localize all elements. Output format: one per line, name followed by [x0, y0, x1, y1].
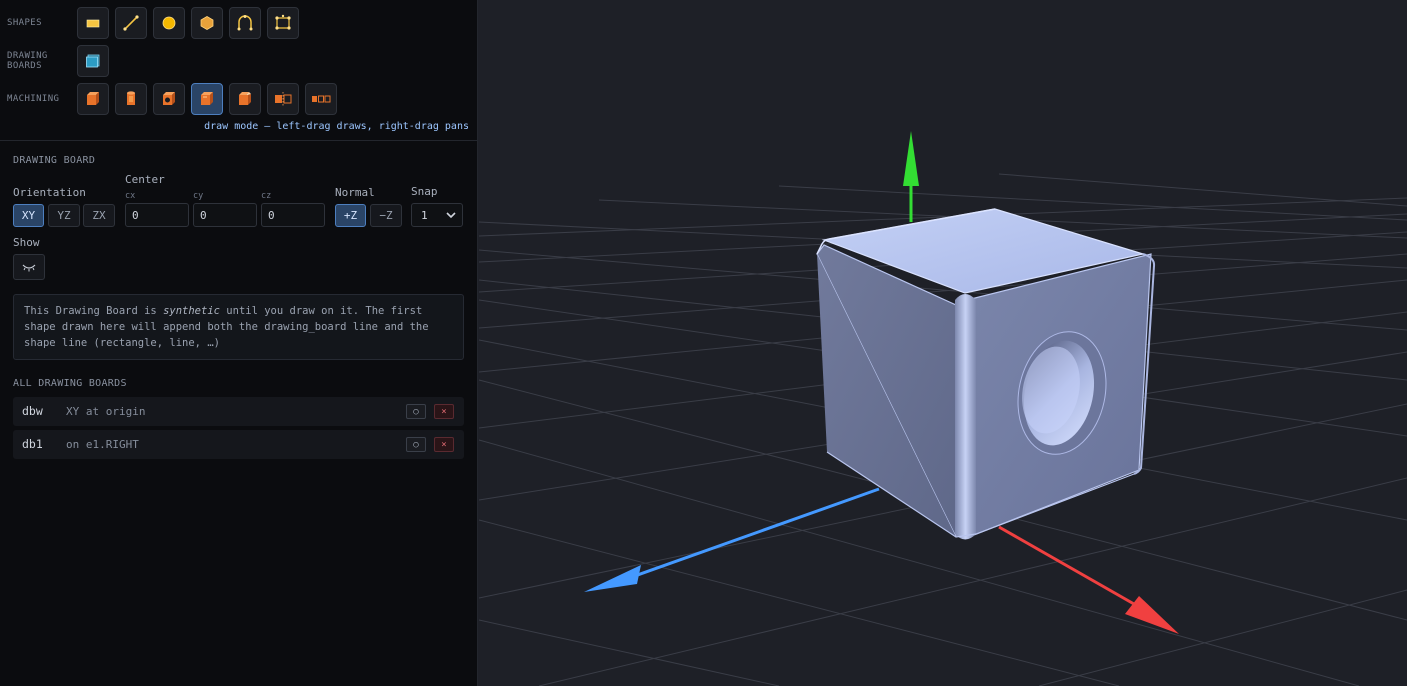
cx-label: cx	[125, 191, 136, 201]
rectangle-icon	[86, 19, 100, 28]
drawing-board-tool-button[interactable]	[77, 45, 109, 77]
cylinder-icon	[127, 91, 135, 105]
arc-icon	[237, 15, 253, 31]
hole-icon	[163, 92, 175, 105]
pattern-tool-button[interactable]	[305, 83, 337, 115]
eye-closed-icon	[22, 264, 36, 272]
cy-label: cy	[193, 191, 204, 201]
shapes-toolbar: SHAPES	[0, 7, 478, 39]
board-id: dbw	[22, 404, 43, 418]
x-axis-arrow	[998, 525, 1179, 634]
drawing-boards-toolbar: DRAWING BOARDS	[0, 45, 478, 77]
extrude-tool-button[interactable]	[77, 83, 109, 115]
circle-tool-button[interactable]	[153, 7, 185, 39]
snap-label: Snap	[411, 185, 438, 198]
center-label: Center	[125, 173, 165, 186]
hole-tool-button[interactable]	[153, 83, 185, 115]
show-toggle[interactable]	[13, 254, 45, 280]
info-text-prefix: This Drawing Board is	[24, 305, 164, 317]
machining-toolbar: MACHINING	[0, 83, 478, 115]
toggle-visibility-button[interactable]: ○	[406, 437, 426, 452]
snap-select[interactable]: 1	[411, 203, 463, 227]
polygon-icon	[200, 16, 214, 30]
rectangle-tool-button[interactable]	[77, 7, 109, 39]
synthetic-info-box: This Drawing Board is synthetic until yo…	[13, 294, 464, 360]
orientation-yz-button[interactable]: YZ	[48, 204, 80, 227]
normal-label: Normal	[335, 186, 375, 199]
circle-icon	[162, 16, 176, 30]
drawing-board-title: DRAWING BOARD	[13, 155, 96, 166]
y-axis-arrow	[903, 131, 919, 222]
spline-icon	[275, 14, 291, 30]
arc-tool-button[interactable]	[229, 7, 261, 39]
line-tool-button[interactable]	[115, 7, 147, 39]
pocket-tool-button[interactable]	[191, 83, 223, 115]
cy-input[interactable]	[193, 203, 257, 227]
line-icon	[123, 15, 139, 31]
z-axis-arrow	[584, 487, 880, 592]
delete-board-button[interactable]: ×	[434, 437, 454, 452]
cz-input[interactable]	[261, 203, 325, 227]
info-text-emphasis: synthetic	[163, 305, 220, 317]
chamfer-icon	[239, 92, 251, 105]
cylinder-tool-button[interactable]	[115, 83, 147, 115]
all-boards-title: ALL DRAWING BOARDS	[13, 378, 127, 389]
machined-cube-model[interactable]	[816, 208, 1156, 540]
cx-input[interactable]	[125, 203, 189, 227]
drawing-boards-label: DRAWING BOARDS	[7, 51, 48, 71]
chevron-down-icon	[446, 212, 456, 219]
delete-board-button[interactable]: ×	[434, 404, 454, 419]
pattern-icon	[312, 95, 331, 103]
board-description: on e1.RIGHT	[66, 438, 139, 451]
split-tool-button[interactable]	[267, 83, 299, 115]
board-row-db1[interactable]: db1 on e1.RIGHT ○ ×	[13, 430, 464, 459]
snap-value: 1	[421, 208, 428, 222]
panel-divider	[0, 140, 478, 141]
orientation-zx-button[interactable]: ZX	[83, 204, 115, 227]
side-panel: SHAPES DRAWING BOARDS MACHINING draw mod…	[0, 0, 478, 686]
chamfer-tool-button[interactable]	[229, 83, 261, 115]
show-label: Show	[13, 236, 40, 249]
mode-hint: draw mode — left-drag draws, right-drag …	[204, 121, 469, 132]
orientation-label: Orientation	[13, 186, 86, 199]
normal-plus-z-button[interactable]: +Z	[335, 204, 366, 227]
drawing-board-icon	[86, 54, 100, 68]
pocket-icon	[201, 92, 213, 105]
machining-label: MACHINING	[7, 94, 60, 104]
cz-label: cz	[261, 191, 272, 201]
normal-minus-z-button[interactable]: −Z	[370, 204, 402, 227]
toggle-visibility-button[interactable]: ○	[406, 404, 426, 419]
board-id: db1	[22, 437, 43, 451]
split-icon	[275, 92, 292, 106]
extrude-icon	[87, 92, 99, 105]
3d-viewport[interactable]	[479, 0, 1407, 686]
spline-tool-button[interactable]	[267, 7, 299, 39]
orientation-xy-button[interactable]: XY	[13, 204, 44, 227]
board-row-dbw[interactable]: dbw XY at origin ○ ×	[13, 397, 464, 426]
shapes-label: SHAPES	[7, 18, 42, 28]
polygon-tool-button[interactable]	[191, 7, 223, 39]
board-description: XY at origin	[66, 405, 146, 418]
